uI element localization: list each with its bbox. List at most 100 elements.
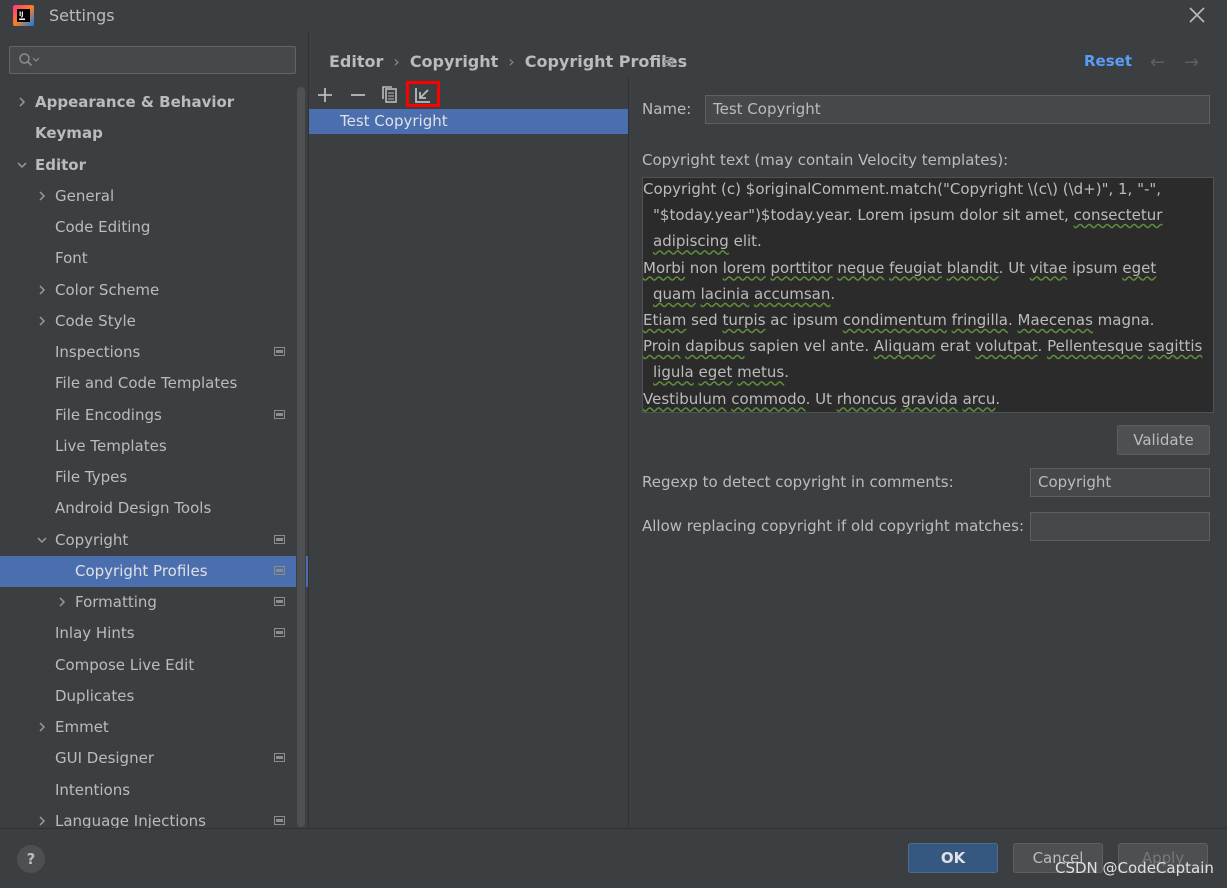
tree-item-language-injections[interactable]: Language Injections (0, 806, 296, 828)
tree-item-general[interactable]: General (0, 181, 296, 212)
add-profile-button[interactable] (314, 84, 336, 106)
text-run: . (1037, 337, 1048, 356)
chevron-down-icon[interactable] (37, 535, 47, 545)
tree-item-color-scheme[interactable]: Color Scheme (0, 275, 296, 306)
remove-profile-button[interactable] (347, 84, 369, 106)
chevron-right-icon[interactable] (37, 316, 47, 326)
settings-tree: Appearance & Behavior Keymap Editor General… (0, 87, 308, 828)
spelling-flagged-word: porttitor (770, 258, 833, 277)
spelling-flagged-word: Etiam (643, 311, 687, 329)
tree-item-label: Formatting (75, 593, 157, 611)
tree-item-label: Live Templates (55, 436, 167, 455)
spelling-flagged-word: commodo (731, 389, 806, 408)
chevron-right-icon[interactable] (37, 284, 47, 295)
profile-item-label: Test Copyright (340, 112, 448, 130)
chevron-right-icon[interactable] (37, 816, 47, 826)
tree-item-label: Android Design Tools (55, 499, 212, 518)
breadcrumb: Editor › Copyright › Copyright Profiles (329, 52, 687, 71)
allow-replacing-input[interactable] (1030, 512, 1210, 541)
tree-scrollbar[interactable] (297, 87, 305, 827)
validate-button[interactable]: Validate (1117, 425, 1210, 455)
spelling-flagged-word: lacinia (700, 284, 750, 303)
spelling-flagged-word: metus (737, 363, 785, 382)
tree-item-file-encodings[interactable]: File Encodings (0, 400, 296, 431)
tree-item-code-style[interactable]: Code Style (0, 306, 296, 337)
minus-icon (351, 94, 365, 96)
tree-item-file-and-code-templates[interactable]: File and Code Templates (0, 368, 296, 399)
tree-item-compose-live-edit[interactable]: Compose Live Edit (0, 650, 296, 681)
regexp-input[interactable]: Copyright (1030, 468, 1210, 497)
chevron-right-icon[interactable] (37, 191, 47, 201)
copyright-text-line: Morbi non lorem porttitor neque feugiat … (643, 259, 1156, 277)
project-level-icon (274, 597, 285, 606)
tree-item-copyright[interactable]: Copyright (0, 525, 296, 556)
watermark-text: CSDN @CodeCaptain (1055, 859, 1214, 877)
text-run: . (784, 363, 789, 382)
tree-item-inspections[interactable]: Inspections (0, 337, 296, 368)
tree-item-label: Editor (35, 155, 86, 174)
tree-item-file-types[interactable]: File Types (0, 462, 296, 493)
spelling-flagged-word: turpis (722, 311, 766, 329)
text-run: ac ipsum (765, 311, 843, 329)
project-level-icon (662, 57, 673, 66)
copyright-text-line: Etiam sed turpis ac ipsum condimentum fr… (643, 311, 1154, 329)
text-run: Copyright (c) $originalComment.match("Co… (643, 180, 1162, 198)
tree-item-emmet[interactable]: Emmet (0, 712, 296, 743)
copyright-text-line: "$today.year")$today.year. Lorem ipsum d… (653, 206, 1162, 224)
ok-button[interactable]: OK (908, 843, 998, 873)
copyright-text-line: Proin dapibus sapien vel ante. Aliquam e… (643, 337, 1202, 355)
chevron-right-icon[interactable] (37, 722, 47, 732)
tree-item-label: Code Style (55, 311, 136, 330)
text-run: elit. (728, 232, 762, 251)
tree-item-font[interactable]: Font (0, 243, 296, 274)
tree-item-label: Keymap (35, 124, 103, 143)
tree-item-duplicates[interactable]: Duplicates (0, 681, 296, 712)
spelling-flagged-word: condimentum (842, 311, 947, 329)
close-icon[interactable] (1186, 4, 1208, 26)
copyright-text-editor[interactable]: Copyright (c) $originalComment.match("Co… (642, 177, 1214, 413)
copy-profile-button[interactable] (379, 84, 401, 106)
tree-item-label: Color Scheme (55, 280, 160, 299)
profile-list-item[interactable]: Test Copyright (309, 109, 628, 134)
tree-item-label: File Types (55, 468, 128, 486)
tree-item-live-templates[interactable]: Live Templates (0, 431, 296, 462)
tree-item-inlay-hints[interactable]: Inlay Hints (0, 618, 296, 649)
tree-item-copyright-profiles[interactable]: Copyright Profiles (0, 555, 308, 587)
tree-item-formatting[interactable]: Formatting (0, 587, 296, 618)
chevron-down-icon[interactable] (17, 160, 27, 170)
tree-item-keymap[interactable]: Keymap (0, 118, 296, 149)
tree-item-gui-designer[interactable]: GUI Designer (0, 743, 296, 774)
tree-item-intentions[interactable]: Intentions (0, 775, 296, 806)
reset-link[interactable]: Reset (1084, 52, 1132, 70)
text-run: . (995, 389, 1001, 408)
spelling-flagged-word: quam (653, 284, 696, 303)
tree-item-code-editing[interactable]: Code Editing (0, 212, 296, 243)
back-arrow-icon[interactable]: ← (1150, 52, 1165, 73)
title-bar (0, 0, 1227, 32)
chevron-right-icon[interactable] (17, 97, 27, 107)
spelling-flagged-word: dapibus (685, 337, 745, 356)
tree-item-appearance-behavior[interactable]: Appearance & Behavior (0, 87, 296, 118)
breadcrumb-editor[interactable]: Editor (329, 52, 383, 71)
text-run: erat (935, 337, 976, 356)
breadcrumb-copyright[interactable]: Copyright (410, 52, 498, 71)
breadcrumb-separator: › (393, 52, 400, 71)
spelling-flagged-word: Morbi (643, 258, 685, 277)
tree-item-label: Copyright Profiles (75, 561, 208, 580)
import-button-highlight (406, 81, 440, 107)
copyright-text-line: Copyright (c) $originalComment.match("Co… (643, 180, 1161, 198)
name-input[interactable]: Test Copyright (705, 95, 1210, 124)
tree-item-editor[interactable]: Editor (0, 150, 296, 181)
settings-search-input[interactable] (9, 46, 296, 74)
window-title: Settings (49, 6, 115, 25)
forward-arrow-icon[interactable]: → (1184, 52, 1199, 73)
search-icon (19, 53, 40, 67)
name-label: Name: (642, 100, 691, 118)
tree-item-label: Font (55, 249, 88, 268)
spelling-flagged-word: arcu (962, 389, 996, 408)
help-button[interactable]: ? (17, 845, 45, 873)
tree-item-android-design-tools[interactable]: Android Design Tools (0, 493, 296, 524)
spelling-flagged-word: Proin (643, 337, 681, 356)
spelling-flagged-word: consectetur (1073, 206, 1163, 225)
chevron-right-icon[interactable] (57, 597, 67, 607)
